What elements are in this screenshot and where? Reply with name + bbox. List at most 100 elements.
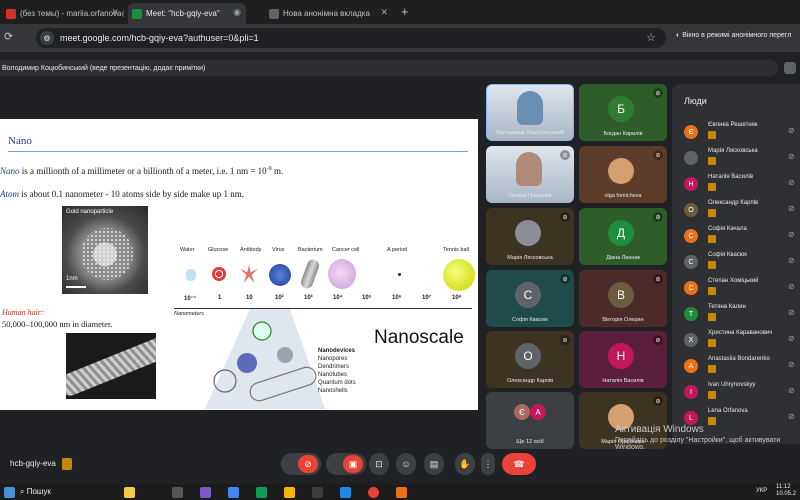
scale-item: Tennis ball: [443, 247, 469, 253]
app-icon[interactable]: [396, 487, 407, 498]
participant-list-item[interactable]: Є Євгеніа Решетняк ⊘: [684, 122, 800, 144]
captions-button[interactable]: ▤: [424, 453, 444, 475]
participant-tile[interactable]: Д ⊘ Діана Линник: [579, 208, 667, 265]
avatar: О: [515, 343, 541, 369]
new-tab-button[interactable]: +: [401, 4, 409, 19]
mic-off-icon[interactable]: ⊘: [788, 126, 795, 135]
participant-tile[interactable]: О ⊘ Олександр Карпів: [486, 331, 574, 388]
more-options-button[interactable]: ⋮: [481, 453, 495, 475]
close-tab-icon[interactable]: ✕: [111, 7, 119, 18]
url-text: meet.google.com/hcb-gqiy-eva?authuser=0&…: [60, 33, 259, 43]
avatar: Є: [514, 404, 530, 420]
pip-icon[interactable]: [784, 62, 796, 74]
tab-mail[interactable]: (без темы) - mariia.orfanova@... ✕: [2, 3, 124, 24]
mic-off-icon[interactable]: ⊘: [788, 204, 795, 213]
camera-off-icon[interactable]: ▣: [343, 455, 363, 473]
file-explorer-icon[interactable]: [284, 487, 295, 498]
windows-taskbar: ⌕ Пошук УКР 11:12 10.05.2: [0, 484, 800, 500]
title-divider: [8, 151, 468, 152]
participant-tile[interactable]: В ⊘ Вікторія Олерин: [579, 270, 667, 327]
participant-list-item[interactable]: A Anastasiia Bondarenko ⊘: [684, 356, 800, 378]
raise-hand-button[interactable]: ✋: [455, 453, 475, 475]
app-icon[interactable]: [312, 487, 323, 498]
chrome-icon[interactable]: [368, 487, 379, 498]
clock[interactable]: 11:12 10.05.2: [776, 484, 796, 498]
mic-off-icon[interactable]: ⊘: [788, 178, 795, 187]
participant-tile[interactable]: С ⊘ Софія Квасюк: [486, 270, 574, 327]
mic-off-icon[interactable]: ⊘: [298, 455, 318, 473]
participant-list-item[interactable]: Х Христина Караванович ⊘: [684, 330, 800, 352]
bookmark-star-icon[interactable]: ☆: [646, 31, 656, 44]
participant-list-item[interactable]: Т Тетяна Калин ⊘: [684, 304, 800, 326]
hand-icon: ✋: [459, 458, 471, 469]
participant-list-item[interactable]: I Ivan Uhrynovskyy ⊘: [684, 382, 800, 404]
reload-icon[interactable]: ⟳: [4, 30, 13, 43]
mic-off-icon[interactable]: ⊘: [788, 256, 795, 265]
participant-list-item[interactable]: С Софія Качала ⊘: [684, 226, 800, 248]
scale-item: Antibody: [240, 247, 262, 253]
participant-list-item[interactable]: О Олександр Карпів ⊘: [684, 200, 800, 222]
avatar: О: [684, 203, 698, 217]
participant-list-item[interactable]: С Софія Квасюк ⊘: [684, 252, 800, 274]
windows-start-icon[interactable]: [4, 487, 15, 498]
participant-list-item[interactable]: Марія Лясковська ⊘: [684, 148, 800, 170]
participant-name: Anastasiia Bondarenko: [708, 356, 770, 362]
tab-meet[interactable]: Meet: "hcb-gqiy-eva" ◉: [128, 3, 246, 24]
participant-tile[interactable]: Володимир Коцюбинський: [486, 84, 574, 141]
avatar: Б: [608, 96, 634, 122]
avatar: Х: [684, 333, 698, 347]
watermark-text: Перейдіть до розділу "Настройки", щоб ак…: [615, 437, 781, 444]
address-bar[interactable]: ⚙ meet.google.com/hcb-gqiy-eva?authuser=…: [36, 28, 666, 48]
mic-off-icon[interactable]: ⊘: [788, 412, 795, 421]
atom-definition: Atom is about 0.1 nanometer - 10 atoms s…: [0, 189, 244, 199]
app-icon[interactable]: [228, 487, 239, 498]
nanodevices-title: Nanodevices: [318, 348, 356, 354]
virus-icon: [269, 264, 291, 286]
mic-off-icon: ⊘: [653, 396, 663, 406]
mic-off-icon[interactable]: ⊘: [788, 230, 795, 239]
clock-date: 10.05.2: [776, 491, 797, 497]
mic-off-icon: ⊘: [560, 212, 570, 222]
mic-off-icon[interactable]: ⊘: [788, 360, 795, 369]
taskbar-search[interactable]: ⌕ Пошук: [20, 487, 51, 497]
nanodevices-list: Nanodevices Nanopores Dendrimers Nanotub…: [318, 347, 356, 395]
participant-name: Софія Квасюк: [512, 317, 548, 323]
mic-off-icon[interactable]: ⊘: [788, 282, 795, 291]
widgets-icon[interactable]: [124, 487, 135, 498]
language-indicator[interactable]: УКР: [756, 488, 767, 494]
exponent-label: 10⁸: [452, 295, 462, 301]
participant-tile[interactable]: Н ⊘ Наталія Василів: [579, 331, 667, 388]
participant-tile[interactable]: Б ⊘ Богдан Кирилів: [579, 84, 667, 141]
task-view-icon[interactable]: [172, 487, 183, 498]
mic-off-icon[interactable]: ⊘: [788, 308, 795, 317]
emoji-button[interactable]: ☺: [396, 453, 416, 475]
participant-list-item[interactable]: Н Наталія Василів ⊘: [684, 174, 800, 196]
store-icon[interactable]: [340, 487, 351, 498]
participant-name: Марія Лясковська: [507, 255, 553, 261]
mic-off-icon[interactable]: ⊘: [788, 152, 795, 161]
participant-name: Олександр Карпів: [506, 378, 554, 384]
participant-name: Богдан Кирилів: [603, 131, 643, 137]
app-icon[interactable]: [200, 487, 211, 498]
mic-off-icon: ⊘: [560, 150, 570, 160]
present-button[interactable]: ⊡: [369, 453, 389, 475]
participant-tile[interactable]: ⊘ olga fomicheva: [579, 146, 667, 203]
close-tab-icon[interactable]: ✕: [380, 7, 388, 18]
participant-list-item[interactable]: С Степан Хоміцький ⊘: [684, 278, 800, 300]
incognito-indicator[interactable]: ◐ Вікно в режимі анонімного перегл: [676, 32, 791, 39]
participant-name: Євгеніа Решетняк: [708, 122, 758, 128]
site-info-icon[interactable]: ⚙: [40, 31, 54, 45]
leave-call-button[interactable]: ☎: [502, 453, 536, 475]
mic-off-icon[interactable]: ⊘: [788, 386, 795, 395]
avatar: А: [530, 404, 546, 420]
participant-tile[interactable]: ⊘ Галина Гриценко: [486, 146, 574, 203]
mic-off-icon[interactable]: ⊘: [788, 334, 795, 343]
participant-name: Вікторія Олерин: [602, 317, 644, 323]
gold-label: Gold nanoparticle: [66, 209, 114, 215]
participant-tile[interactable]: Є А Ще 12 осіб: [486, 392, 574, 449]
nano-definition: Nano is a millionth of a millimeter or a…: [0, 166, 283, 176]
participant-tile[interactable]: ⊘ Марія Лясковська: [486, 208, 574, 265]
nano-text: is a millionth of a millimeter or a bill…: [19, 166, 267, 176]
edge-icon[interactable]: [256, 487, 267, 498]
tab-incognito[interactable]: Нова анонімна вкладка ✕: [265, 3, 393, 24]
